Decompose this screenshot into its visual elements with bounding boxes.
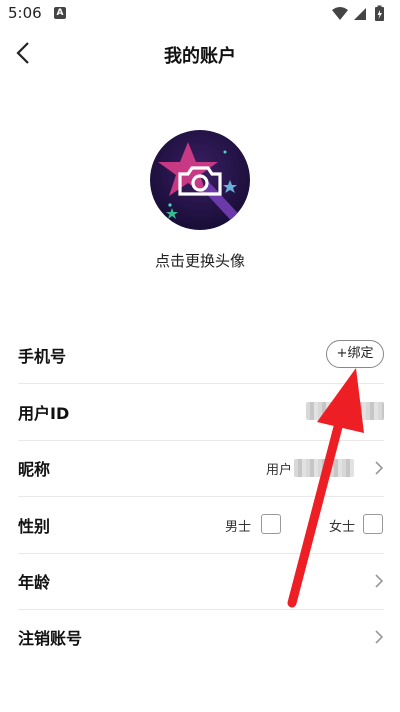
cancel-account-label: 注销账号 xyxy=(18,629,83,648)
phone-label: 手机号 xyxy=(18,347,67,366)
row-cancel-account[interactable]: 注销账号 xyxy=(18,609,384,665)
avatar[interactable] xyxy=(150,130,250,230)
male-label: 男士 xyxy=(225,520,252,535)
nickname-label: 昵称 xyxy=(18,460,51,479)
nickname-value-redacted xyxy=(294,459,354,477)
row-nickname[interactable]: 昵称 用户 xyxy=(18,440,384,497)
row-age[interactable]: 年龄 xyxy=(18,553,384,610)
notification-icon: A xyxy=(54,7,66,19)
nickname-prefix: 用户 xyxy=(265,463,292,478)
age-label: 年龄 xyxy=(18,573,51,592)
chevron-right-icon xyxy=(375,630,384,644)
row-user-id: 用户ID xyxy=(18,384,384,441)
bind-phone-button[interactable]: +绑定 xyxy=(326,340,384,368)
chevron-right-icon xyxy=(375,574,384,588)
female-label: 女士 xyxy=(329,520,356,535)
battery-icon xyxy=(375,5,384,21)
female-checkbox[interactable] xyxy=(363,514,383,534)
header: 我的账户 xyxy=(0,28,400,80)
gender-label: 性别 xyxy=(18,517,51,536)
chevron-right-icon xyxy=(375,461,384,475)
avatar-caption[interactable]: 点击更换头像 xyxy=(0,250,400,271)
row-gender: 性别 男士 女士 xyxy=(18,497,384,554)
status-time: 5:06 xyxy=(8,4,42,22)
signal-icon xyxy=(354,8,366,20)
male-checkbox[interactable] xyxy=(261,514,281,534)
status-icons xyxy=(332,5,384,21)
user-id-label: 用户ID xyxy=(18,404,70,423)
row-phone: 手机号 +绑定 xyxy=(18,327,384,384)
status-bar: 5:06 A xyxy=(0,0,400,28)
user-id-value-redacted xyxy=(306,402,384,420)
wifi-icon xyxy=(332,7,348,20)
page-title: 我的账户 xyxy=(164,46,236,67)
